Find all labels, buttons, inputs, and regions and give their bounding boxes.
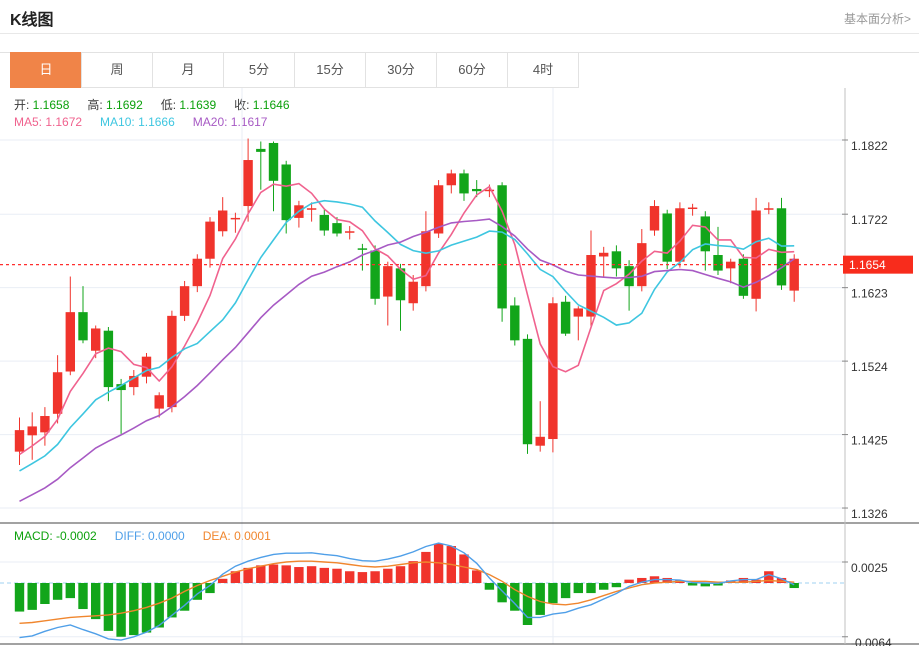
axis-label: 1.1326 xyxy=(851,507,888,521)
axis-label: -0.0064 xyxy=(851,636,892,646)
axis-label: 1.1524 xyxy=(851,360,888,374)
axis-label: 1.1425 xyxy=(851,434,888,448)
kline-chart-svg: 1.1822 1.1722 1.1623 1.1524 1.1425 1.1326 0.00… xyxy=(0,88,919,646)
axis-label: 0.0025 xyxy=(851,561,888,575)
kline-widget: K线图 基本面分析> 日周月5分15分30分60分4时 开: 1.1658高: … xyxy=(0,0,919,646)
current-price-label: 1.1654 xyxy=(849,258,886,272)
kline-plot-area[interactable] xyxy=(0,88,845,644)
axis-label: 1.1822 xyxy=(851,139,888,153)
axis-label: 1.1623 xyxy=(851,287,888,301)
axis-label: 1.1722 xyxy=(851,213,888,227)
